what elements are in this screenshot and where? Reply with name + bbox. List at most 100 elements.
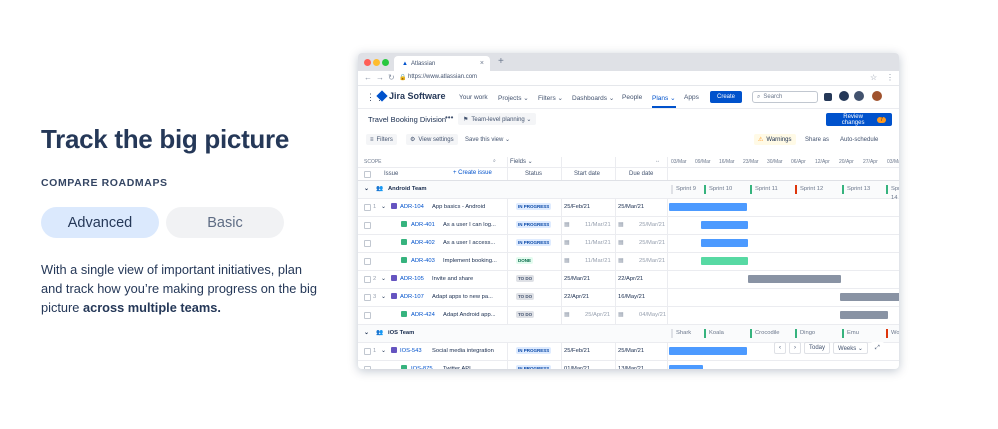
timeline-prev-button[interactable]: ‹ xyxy=(774,342,786,354)
maximize-window-dot[interactable] xyxy=(382,59,389,66)
share-button[interactable]: Share as xyxy=(801,134,833,145)
expand-chevron-icon[interactable]: ⌄ xyxy=(381,204,386,210)
expand-chevron-icon[interactable]: ⌄ xyxy=(381,348,386,354)
tab-advanced[interactable]: Advanced xyxy=(41,207,159,238)
issue-summary[interactable]: Social media integration xyxy=(432,348,494,354)
issue-summary[interactable]: Invite and share xyxy=(432,276,473,282)
table-row[interactable]: ADR-402 As a user I access... IN PROGRESS ▦… xyxy=(358,235,899,253)
issue-summary[interactable]: App basics - Android xyxy=(432,204,485,210)
close-window-dot[interactable] xyxy=(364,59,371,66)
review-changes-button[interactable]: Review changes 7 xyxy=(826,113,892,126)
row-checkbox[interactable] xyxy=(364,240,371,247)
issue-key[interactable]: ADR-104 xyxy=(400,204,424,210)
forward-icon[interactable]: → xyxy=(376,73,384,82)
table-row[interactable]: 1 ⌄ ADR-104 App basics - Android IN PROGRESS… xyxy=(358,199,899,217)
status-badge[interactable]: IN PROGRESS xyxy=(516,365,552,369)
browser-menu-icon[interactable]: ⋮ xyxy=(886,73,894,82)
start-date[interactable]: 01/Mar/21 xyxy=(564,366,590,369)
new-tab-icon[interactable]: + xyxy=(498,56,504,67)
status-badge[interactable]: IN PROGRESS xyxy=(516,347,552,354)
row-checkbox[interactable] xyxy=(364,348,371,355)
view-settings-button[interactable]: ⚙ View settings xyxy=(406,134,458,145)
timeline-bar[interactable] xyxy=(701,221,748,229)
timeline-bar[interactable] xyxy=(701,239,748,247)
create-issue-link[interactable]: + Create issue xyxy=(453,170,492,176)
plan-more-icon[interactable]: ••• xyxy=(445,113,453,122)
issue-key[interactable]: ADR-402 xyxy=(411,240,435,246)
auto-schedule-button[interactable]: Auto-schedule xyxy=(836,134,882,145)
help-icon[interactable] xyxy=(839,91,849,101)
table-row[interactable]: ADR-403 Implement booking... DONE ▦ 11/Mar/2… xyxy=(358,253,899,271)
start-date[interactable]: 25/Feb/21 xyxy=(564,204,590,210)
start-date[interactable]: 25/Feb/21 xyxy=(564,348,590,354)
start-date[interactable]: 11/Mar/21 xyxy=(585,240,611,246)
chevron-down-icon[interactable]: ⌄ xyxy=(364,330,369,336)
row-checkbox[interactable] xyxy=(364,258,371,265)
minimize-window-dot[interactable] xyxy=(373,59,380,66)
expand-columns-icon[interactable]: ↔ xyxy=(655,158,660,164)
start-date[interactable]: 11/Mar/21 xyxy=(585,222,611,228)
row-checkbox[interactable] xyxy=(364,312,371,319)
nav-apps[interactable]: Apps xyxy=(684,94,699,101)
tab-basic[interactable]: Basic xyxy=(166,207,284,238)
nav-filters[interactable]: Filters ⌄ xyxy=(538,94,563,102)
timeline-bar[interactable] xyxy=(669,347,747,355)
select-all-checkbox[interactable] xyxy=(364,171,371,178)
scope-search-icon[interactable]: ⌕ xyxy=(493,158,496,164)
issue-key[interactable]: IOS-543 xyxy=(400,348,422,354)
start-date[interactable]: 11/Mar/21 xyxy=(585,258,611,264)
timeline-bar[interactable] xyxy=(701,257,748,265)
due-date[interactable]: 22/Apr/21 xyxy=(618,276,643,282)
nav-plans[interactable]: Plans ⌄ xyxy=(652,94,676,108)
due-date[interactable]: 25/Mar/21 xyxy=(639,258,665,264)
start-date[interactable]: 25/Mar/21 xyxy=(564,276,590,282)
issue-key[interactable]: ADR-107 xyxy=(400,294,424,300)
issue-summary[interactable]: Adapt Android app... xyxy=(443,312,496,318)
row-checkbox[interactable] xyxy=(364,294,371,301)
browser-tab[interactable]: ▲ Atlassian × xyxy=(394,56,490,71)
fields-dropdown[interactable]: Fields ⌄ xyxy=(510,158,533,165)
filters-button[interactable]: ≡ Filters xyxy=(366,134,397,145)
start-date[interactable]: 22/Apr/21 xyxy=(564,294,589,300)
issue-key[interactable]: ADR-424 xyxy=(411,312,435,318)
jira-logo[interactable]: Jira Software xyxy=(376,90,446,102)
timeline-bar[interactable] xyxy=(840,293,899,301)
expand-chevron-icon[interactable]: ⌄ xyxy=(381,294,386,300)
expand-chevron-icon[interactable]: ⌄ xyxy=(381,276,386,282)
timeline-bar[interactable] xyxy=(669,203,747,211)
scenario-selector[interactable]: ⚑ Team-level planning ⌄ xyxy=(458,113,537,125)
status-badge[interactable]: DONE xyxy=(516,257,534,264)
nav-dashboards[interactable]: Dashboards ⌄ xyxy=(572,94,614,102)
due-date[interactable]: 13/Mar/21 xyxy=(618,366,644,369)
table-row[interactable]: ADR-401 As a user I can log... IN PROGRESS… xyxy=(358,217,899,235)
team-row[interactable]: ⌄ 👥 Android Team Sprint 9 Sprint 10 Sprint 11… xyxy=(358,181,899,201)
user-avatar[interactable] xyxy=(872,91,882,101)
team-row[interactable]: ⌄ 👥 iOS Team Shark Koala Crocodile Dingo Emu Wo xyxy=(358,325,899,343)
timeline-scale-select[interactable]: Weeks ⌄ xyxy=(833,342,868,354)
due-date[interactable]: 25/Mar/21 xyxy=(639,240,665,246)
nav-your-work[interactable]: Your work xyxy=(459,94,488,101)
start-date[interactable]: 25/Apr/21 xyxy=(585,312,610,318)
due-date[interactable]: 25/Mar/21 xyxy=(618,348,644,354)
row-checkbox[interactable] xyxy=(364,222,371,229)
timeline-next-button[interactable]: › xyxy=(789,342,801,354)
fullscreen-icon[interactable]: ⤢ xyxy=(870,342,884,354)
table-row[interactable]: 3 ⌄ ADR-107 Adapt apps to new pa... TO DO 22/… xyxy=(358,289,899,307)
issue-key[interactable]: ADR-105 xyxy=(400,276,424,282)
table-row[interactable]: ADR-424 Adapt Android app... TO DO ▦ 25/Apr/… xyxy=(358,307,899,325)
status-badge[interactable]: TO DO xyxy=(516,293,535,300)
url-text[interactable]: https://www.atlassian.com xyxy=(408,74,477,80)
issue-summary[interactable]: Twitter API xyxy=(443,366,471,369)
issue-key[interactable]: ADR-403 xyxy=(411,258,435,264)
due-date[interactable]: 25/Mar/21 xyxy=(618,204,644,210)
status-badge[interactable]: TO DO xyxy=(516,311,535,318)
notifications-icon[interactable] xyxy=(824,93,832,101)
status-badge[interactable]: TO DO xyxy=(516,275,535,282)
due-date[interactable]: 04/May/21 xyxy=(639,312,666,318)
search-input[interactable]: ⌕ Search xyxy=(752,91,818,103)
nav-projects[interactable]: Projects ⌄ xyxy=(498,94,529,102)
reload-icon[interactable]: ↻ xyxy=(388,73,395,82)
due-date[interactable]: 25/Mar/21 xyxy=(639,222,665,228)
timeline-bar[interactable] xyxy=(669,365,703,369)
due-date[interactable]: 16/May/21 xyxy=(618,294,645,300)
